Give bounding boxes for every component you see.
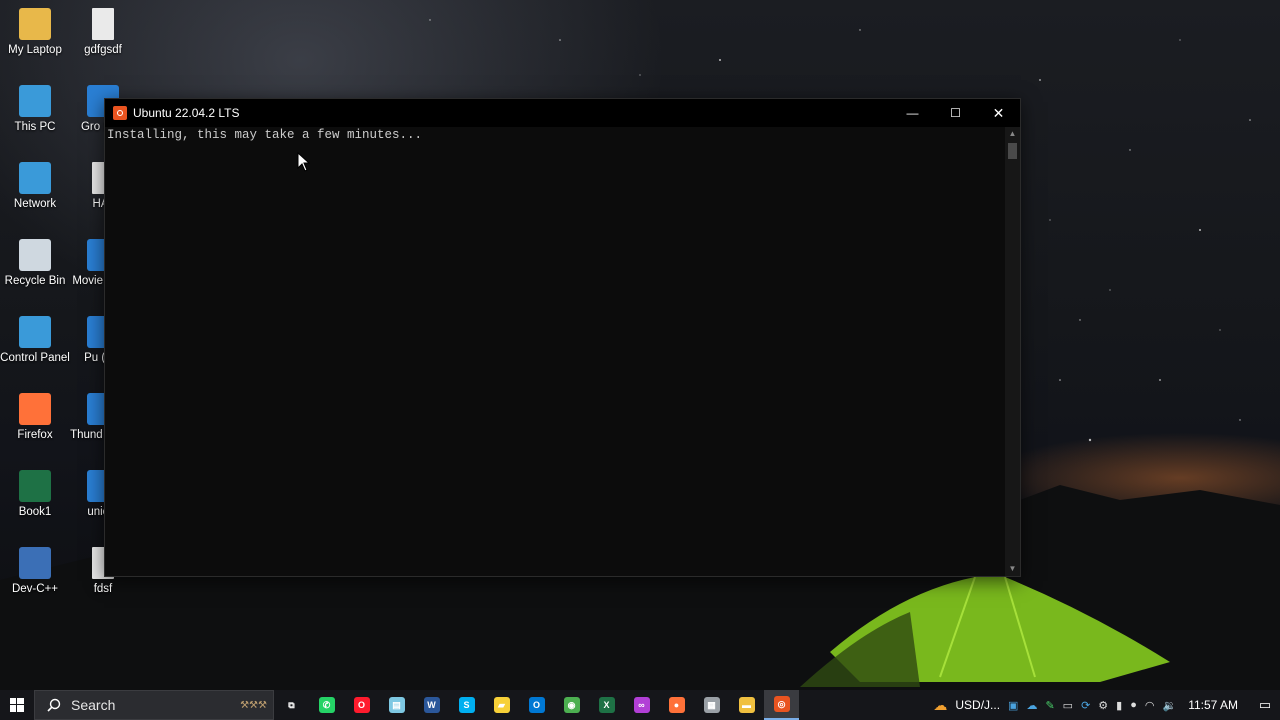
- desktop-icon[interactable]: Control Panel: [0, 316, 70, 365]
- calculator-icon: ▦: [703, 697, 720, 713]
- chrome-icon: ◉: [563, 697, 580, 713]
- app-purple-icon: ∞: [633, 697, 650, 713]
- minimize-button[interactable]: —: [891, 99, 934, 127]
- desktop-icon[interactable]: My Laptop: [0, 8, 70, 57]
- taskbar-apps: ⧉ ✆ O ▤ W S ▰ O ◉ X ∞ ● ▦ ▬ ◎: [274, 690, 799, 720]
- tray-screen-icon[interactable]: ▭: [1063, 699, 1073, 712]
- taskbar-search-box[interactable]: Search ⚒⚒⚒: [34, 690, 274, 720]
- tray-sync-icon[interactable]: ⟳: [1081, 699, 1090, 712]
- desktop-icon[interactable]: Recycle Bin: [0, 239, 70, 288]
- scroll-up-icon[interactable]: ▲: [1005, 127, 1020, 141]
- network-globe-icon: [19, 162, 51, 194]
- whatsapp-icon: ✆: [318, 697, 335, 713]
- onedrive-icon[interactable]: ☁: [1026, 699, 1037, 712]
- ubuntu-icon: [113, 106, 127, 120]
- taskbar-app-calculator[interactable]: ▦: [694, 690, 729, 720]
- taskbar-app-sticky-notes[interactable]: ▰: [484, 690, 519, 720]
- word-icon: W: [423, 697, 440, 713]
- recycle-bin-icon: [19, 239, 51, 271]
- computer-icon: [19, 85, 51, 117]
- tray-pen-icon[interactable]: ✎: [1045, 699, 1054, 712]
- desktop-icon-label: fdsf: [93, 583, 113, 595]
- excel-file-icon: [19, 470, 51, 502]
- battery-icon[interactable]: ▮: [1116, 699, 1122, 712]
- search-highlight-icon: ⚒⚒⚒: [240, 699, 267, 711]
- taskbar-app-ubuntu[interactable]: ◎: [764, 690, 799, 720]
- notification-icon[interactable]: ▭: [1250, 697, 1280, 713]
- taskbar-app-skype[interactable]: S: [449, 690, 484, 720]
- excel-icon: X: [598, 697, 615, 713]
- search-icon: [47, 698, 61, 712]
- firefox-icon: ●: [668, 697, 685, 713]
- maximize-icon: ☐: [950, 106, 961, 120]
- desktop-icon-label: Book1: [18, 506, 52, 518]
- user-folder-icon: [19, 8, 51, 40]
- scroll-down-icon[interactable]: ▼: [1005, 562, 1020, 576]
- scroll-thumb[interactable]: [1008, 143, 1017, 159]
- vertical-scrollbar[interactable]: ▲ ▼: [1005, 127, 1020, 576]
- search-placeholder: Search: [71, 697, 116, 713]
- start-button[interactable]: [0, 690, 34, 720]
- close-button[interactable]: ✕: [977, 99, 1020, 127]
- taskbar-app-excel[interactable]: X: [589, 690, 624, 720]
- wifi-icon[interactable]: ◠: [1145, 699, 1155, 712]
- maximize-button[interactable]: ☐: [934, 99, 977, 127]
- control-panel-icon: [19, 316, 51, 348]
- taskbar-app-word[interactable]: W: [414, 690, 449, 720]
- desktop-icon-label: Control Panel: [0, 352, 70, 364]
- desktop-icon[interactable]: This PC: [0, 85, 70, 134]
- taskbar-app-chrome[interactable]: ◉: [554, 690, 589, 720]
- desktop-icon[interactable]: Dev-C++: [0, 547, 70, 596]
- currency-widget[interactable]: USD/J...: [955, 698, 1000, 712]
- opera-icon: O: [353, 697, 370, 713]
- window-title: Ubuntu 22.04.2 LTS: [133, 106, 240, 120]
- desktop-icon[interactable]: gdfgsdf: [68, 8, 138, 57]
- notepad-icon: ▤: [388, 697, 405, 713]
- ubuntu-terminal-window[interactable]: Ubuntu 22.04.2 LTS — ☐ ✕ Installing, thi…: [104, 98, 1021, 577]
- volume-icon[interactable]: 🔉: [1162, 699, 1176, 712]
- desktop-icon[interactable]: Firefox: [0, 393, 70, 442]
- desktop-icon-label: Recycle Bin: [4, 275, 66, 287]
- taskbar-app-notepad[interactable]: ▤: [379, 690, 414, 720]
- desktop-icon-label: Firefox: [17, 429, 53, 441]
- taskbar-app-whatsapp[interactable]: ✆: [309, 690, 344, 720]
- desktop-icon-label: This PC: [14, 121, 56, 133]
- system-tray: ☁ USD/J... ▣ ☁ ✎ ▭ ⟳ ⚙ ▮ ● ◠ 🔉 11:57 AM …: [929, 690, 1280, 720]
- text-file-icon: [92, 8, 114, 40]
- taskbar-app-outlook[interactable]: O: [519, 690, 554, 720]
- taskbar-app-file-explorer[interactable]: ▬: [729, 690, 764, 720]
- sticky-notes-icon: ▰: [493, 697, 510, 713]
- devcpp-icon: [19, 547, 51, 579]
- close-icon: ✕: [992, 104, 1005, 121]
- minimize-icon: —: [906, 106, 919, 120]
- ubuntu-icon: ◎: [773, 696, 790, 712]
- taskbar-app-app-purple[interactable]: ∞: [624, 690, 659, 720]
- firefox-icon: [19, 393, 51, 425]
- skype-icon: S: [458, 697, 475, 713]
- task-view-icon: ⧉: [288, 699, 295, 710]
- terminal-line: Installing, this may take a few minutes.…: [107, 128, 423, 142]
- outlook-icon: O: [528, 697, 545, 713]
- mic-icon[interactable]: ●: [1130, 699, 1137, 711]
- desktop-icon[interactable]: Network: [0, 162, 70, 211]
- tray-settings-icon[interactable]: ⚙: [1098, 699, 1108, 712]
- windows-logo-icon: [10, 698, 24, 712]
- file-explorer-icon: ▬: [738, 697, 755, 713]
- tray-app-icon[interactable]: ▣: [1008, 699, 1018, 712]
- desktop-icon-label: Dev-C++: [11, 583, 59, 595]
- taskbar-app-task-view[interactable]: ⧉: [274, 690, 309, 720]
- desktop-icon-label: My Laptop: [8, 44, 62, 56]
- window-titlebar[interactable]: Ubuntu 22.04.2 LTS — ☐ ✕: [105, 99, 1020, 127]
- desktop-icon[interactable]: Book1: [0, 470, 70, 519]
- taskbar: Search ⚒⚒⚒ ⧉ ✆ O ▤ W S ▰ O ◉ X ∞ ● ▦ ▬ ◎ ☁ USD/J... ▣ …: [0, 690, 1280, 720]
- terminal-output[interactable]: Installing, this may take a few minutes.…: [105, 127, 1005, 576]
- desktop-icon-label: Network: [13, 198, 57, 210]
- desktop-icon-label: gdfgsdf: [84, 44, 122, 56]
- glowing-tent: [800, 576, 1170, 687]
- taskbar-app-opera[interactable]: O: [344, 690, 379, 720]
- clock[interactable]: 11:57 AM: [1188, 698, 1238, 712]
- taskbar-app-firefox[interactable]: ●: [659, 690, 694, 720]
- weather-icon[interactable]: ☁: [933, 697, 947, 714]
- mouse-cursor-icon: [297, 152, 311, 172]
